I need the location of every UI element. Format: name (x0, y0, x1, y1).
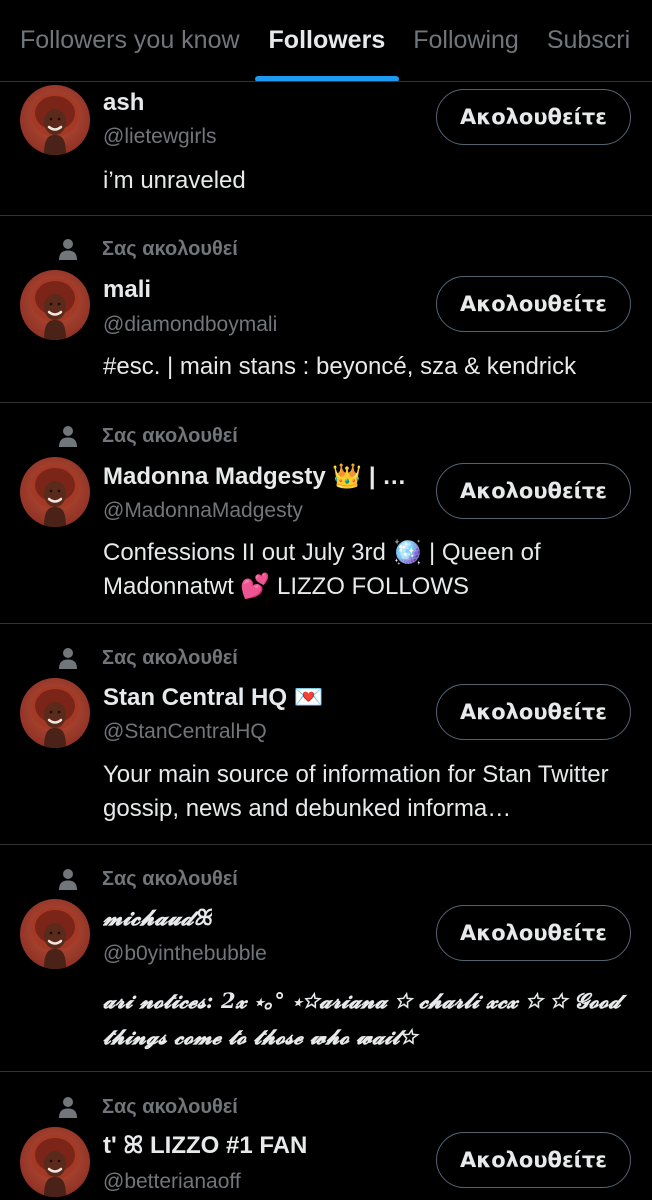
user-name[interactable]: ash (103, 89, 144, 117)
user-name[interactable]: Madonna Madgesty 👑 | … (103, 462, 406, 491)
person-icon (59, 1097, 77, 1118)
follows-you-label: Σας ακολουθεί (102, 237, 238, 260)
followers-page: Followers you know Followers Following S… (0, 0, 652, 1200)
user-bio: 𝓪𝓻𝓲 𝓷𝓸𝓽𝓲𝓬𝓮𝓼: 2𝔁 ⋆｡° ⋆☆𝓪𝓻𝓲𝓪𝓷𝓪 ☆ 𝓬𝓱𝓪𝓻𝓵𝓲 𝔁𝓬… (103, 988, 621, 1049)
user-row[interactable]: Σας ακολουθεί Madonna Madgesty 👑 | … @Ma… (0, 403, 652, 624)
user-name[interactable]: mali (103, 276, 151, 304)
user-bio: #esc. | main stans : beyoncé, sza & kend… (103, 353, 577, 380)
avatar[interactable] (20, 1127, 90, 1197)
tab-label: Following (413, 26, 519, 54)
avatar[interactable] (20, 85, 90, 155)
avatar[interactable] (20, 899, 90, 969)
user-handle: @betterianaoff (103, 1170, 241, 1193)
user-row[interactable]: Σας ακολουθεί 𝓶𝓲𝓬𝓱𝓪𝓾𝓭ꕤ @b0yinthebubble Α… (0, 845, 652, 1072)
following-button[interactable]: Ακολουθείτε (436, 276, 631, 332)
user-row[interactable]: Σας ακολουθεί Stan Central HQ 💌 @StanCen… (0, 624, 652, 845)
user-row[interactable]: Σας ακολουθεί t' ꕤ LIZZO #1 FAN @betteri… (0, 1072, 652, 1200)
following-button[interactable]: Ακολουθείτε (436, 684, 631, 740)
user-bio: i’m unraveled (103, 167, 246, 194)
user-handle: @diamondboymali (103, 313, 278, 336)
user-bio: Your main source of information for Stan… (103, 761, 609, 822)
follows-you-indicator: Σας ακολουθεί (58, 423, 238, 449)
person-icon (59, 426, 77, 447)
user-name[interactable]: t' ꕤ LIZZO #1 FAN (103, 1132, 307, 1160)
user-row[interactable]: ash @lietewgirls Ακολουθείτε i’m unravel… (0, 82, 652, 216)
tab-label: Followers (268, 26, 386, 54)
tab-following[interactable]: Following (413, 0, 519, 81)
following-button[interactable]: Ακολουθείτε (436, 905, 631, 961)
follows-you-indicator: Σας ακολουθεί (58, 1094, 238, 1120)
follows-you-indicator: Σας ακολουθεί (58, 645, 238, 671)
user-handle: @StanCentralHQ (103, 720, 267, 743)
user-row[interactable]: Σας ακολουθεί mali @diamondboymali Ακολο… (0, 216, 652, 403)
following-button[interactable]: Ακολουθείτε (436, 1132, 631, 1188)
follows-you-label: Σας ακολουθεί (102, 867, 238, 890)
tab-bar: Followers you know Followers Following S… (0, 0, 652, 82)
follows-you-label: Σας ακολουθεί (102, 1095, 238, 1118)
user-name[interactable]: 𝓶𝓲𝓬𝓱𝓪𝓾𝓭ꕤ (103, 905, 212, 931)
tab-followers[interactable]: Followers (254, 0, 400, 81)
person-icon (59, 869, 77, 890)
user-handle: @lietewgirls (103, 125, 217, 148)
avatar[interactable] (20, 457, 90, 527)
user-handle: @b0yinthebubble (103, 942, 267, 965)
follows-you-indicator: Σας ακολουθεί (58, 866, 238, 892)
follows-you-label: Σας ακολουθεί (102, 646, 238, 669)
user-bio: Confessions II out July 3rd 🪩 | Queen of… (103, 539, 541, 600)
tab-label: Subscri (546, 26, 631, 54)
tab-followers-you-know[interactable]: Followers you know (20, 0, 240, 81)
following-button[interactable]: Ακολουθείτε (436, 89, 631, 145)
follows-you-label: Σας ακολουθεί (102, 424, 238, 447)
avatar[interactable] (20, 678, 90, 748)
follows-you-indicator: Σας ακολουθεί (58, 236, 238, 262)
tab-label: Followers you know (20, 26, 240, 54)
person-icon (59, 239, 77, 260)
avatar[interactable] (20, 270, 90, 340)
user-name[interactable]: Stan Central HQ 💌 (103, 683, 324, 712)
user-handle: @MadonnaMadgesty (103, 499, 303, 522)
tab-subscriptions[interactable]: Subscri (546, 0, 631, 81)
person-icon (59, 648, 77, 669)
following-button[interactable]: Ακολουθείτε (436, 463, 631, 519)
